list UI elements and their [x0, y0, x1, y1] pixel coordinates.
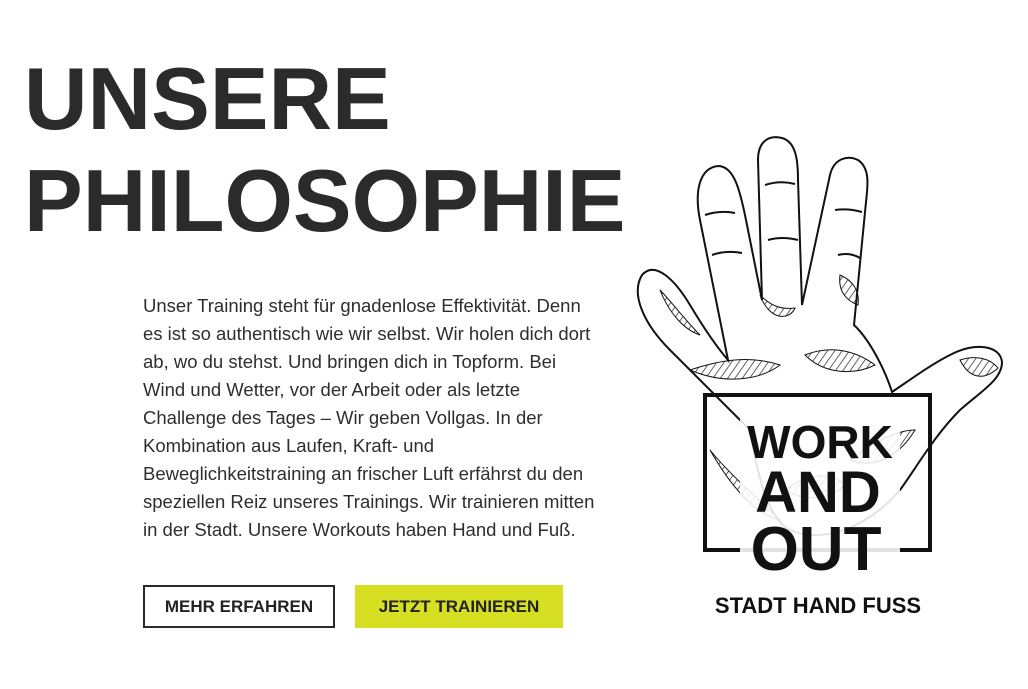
logo-word-out: OUT	[751, 515, 882, 584]
jetzt-trainieren-button[interactable]: JETZT TRAINIEREN	[355, 585, 563, 628]
page-title-line-1: UNSERE	[24, 49, 391, 148]
logo-tagline: STADT HAND FUSS	[715, 593, 921, 618]
page-title-line-2: PHILOSOPHIE	[24, 151, 626, 250]
intro-paragraph: Unser Training steht für gnadenlose Effe…	[143, 295, 595, 540]
page-title: UNSERE PHILOSOPHIE	[24, 48, 625, 252]
mehr-erfahren-button[interactable]: MEHR ERFAHREN	[143, 585, 335, 628]
work-and-out-logo: WORK AND OUT STADT HAND FUSS	[630, 130, 1010, 630]
